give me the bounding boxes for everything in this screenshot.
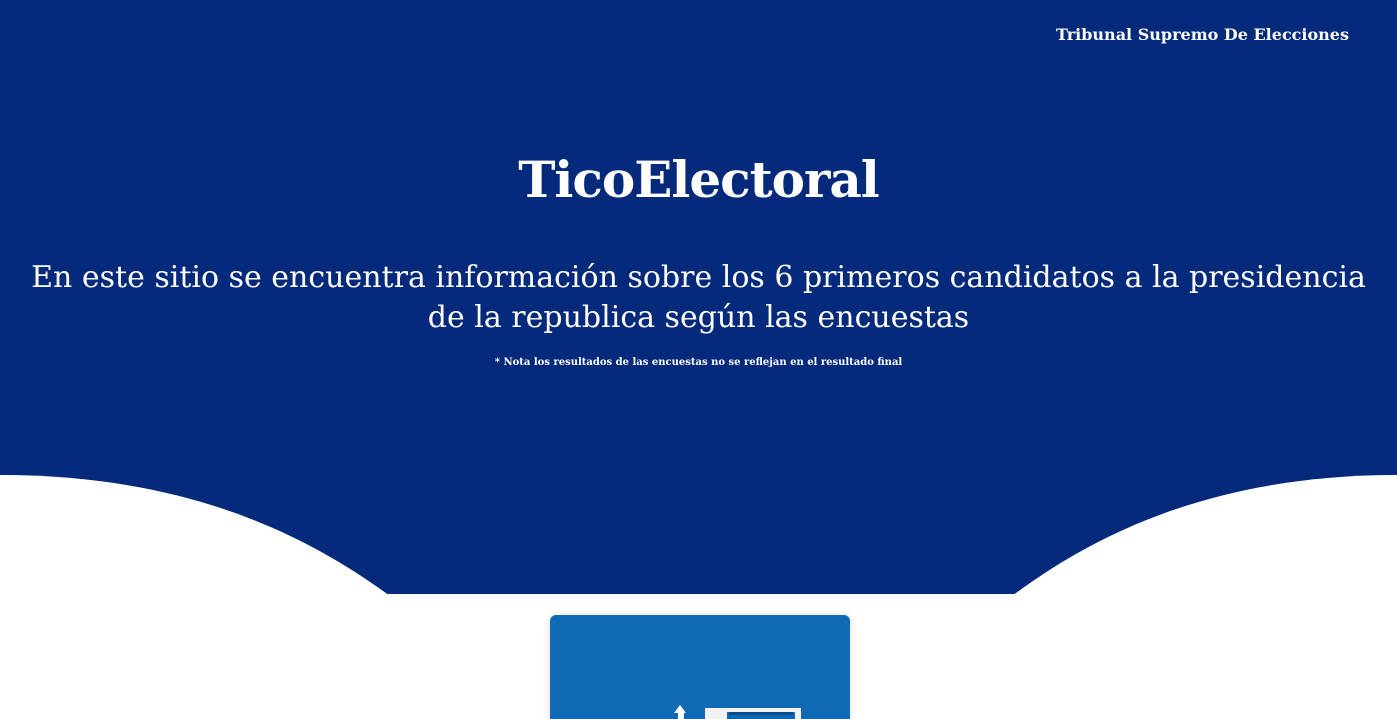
candidate-card[interactable] xyxy=(550,615,850,719)
hero-section: Tribunal Supremo De Elecciones TicoElect… xyxy=(0,0,1397,596)
hero-wave-divider xyxy=(0,475,1397,596)
ballot-box-icon xyxy=(674,705,801,719)
page: Tribunal Supremo De Elecciones TicoElect… xyxy=(0,0,1397,719)
survey-note: * Nota los resultados de las encuestas n… xyxy=(494,357,903,368)
tse-nav-link[interactable]: Tribunal Supremo De Elecciones xyxy=(1056,25,1349,44)
site-title: TicoElectoral xyxy=(518,150,880,209)
hero-headline: En este sitio se encuentra información s… xyxy=(31,260,1366,335)
